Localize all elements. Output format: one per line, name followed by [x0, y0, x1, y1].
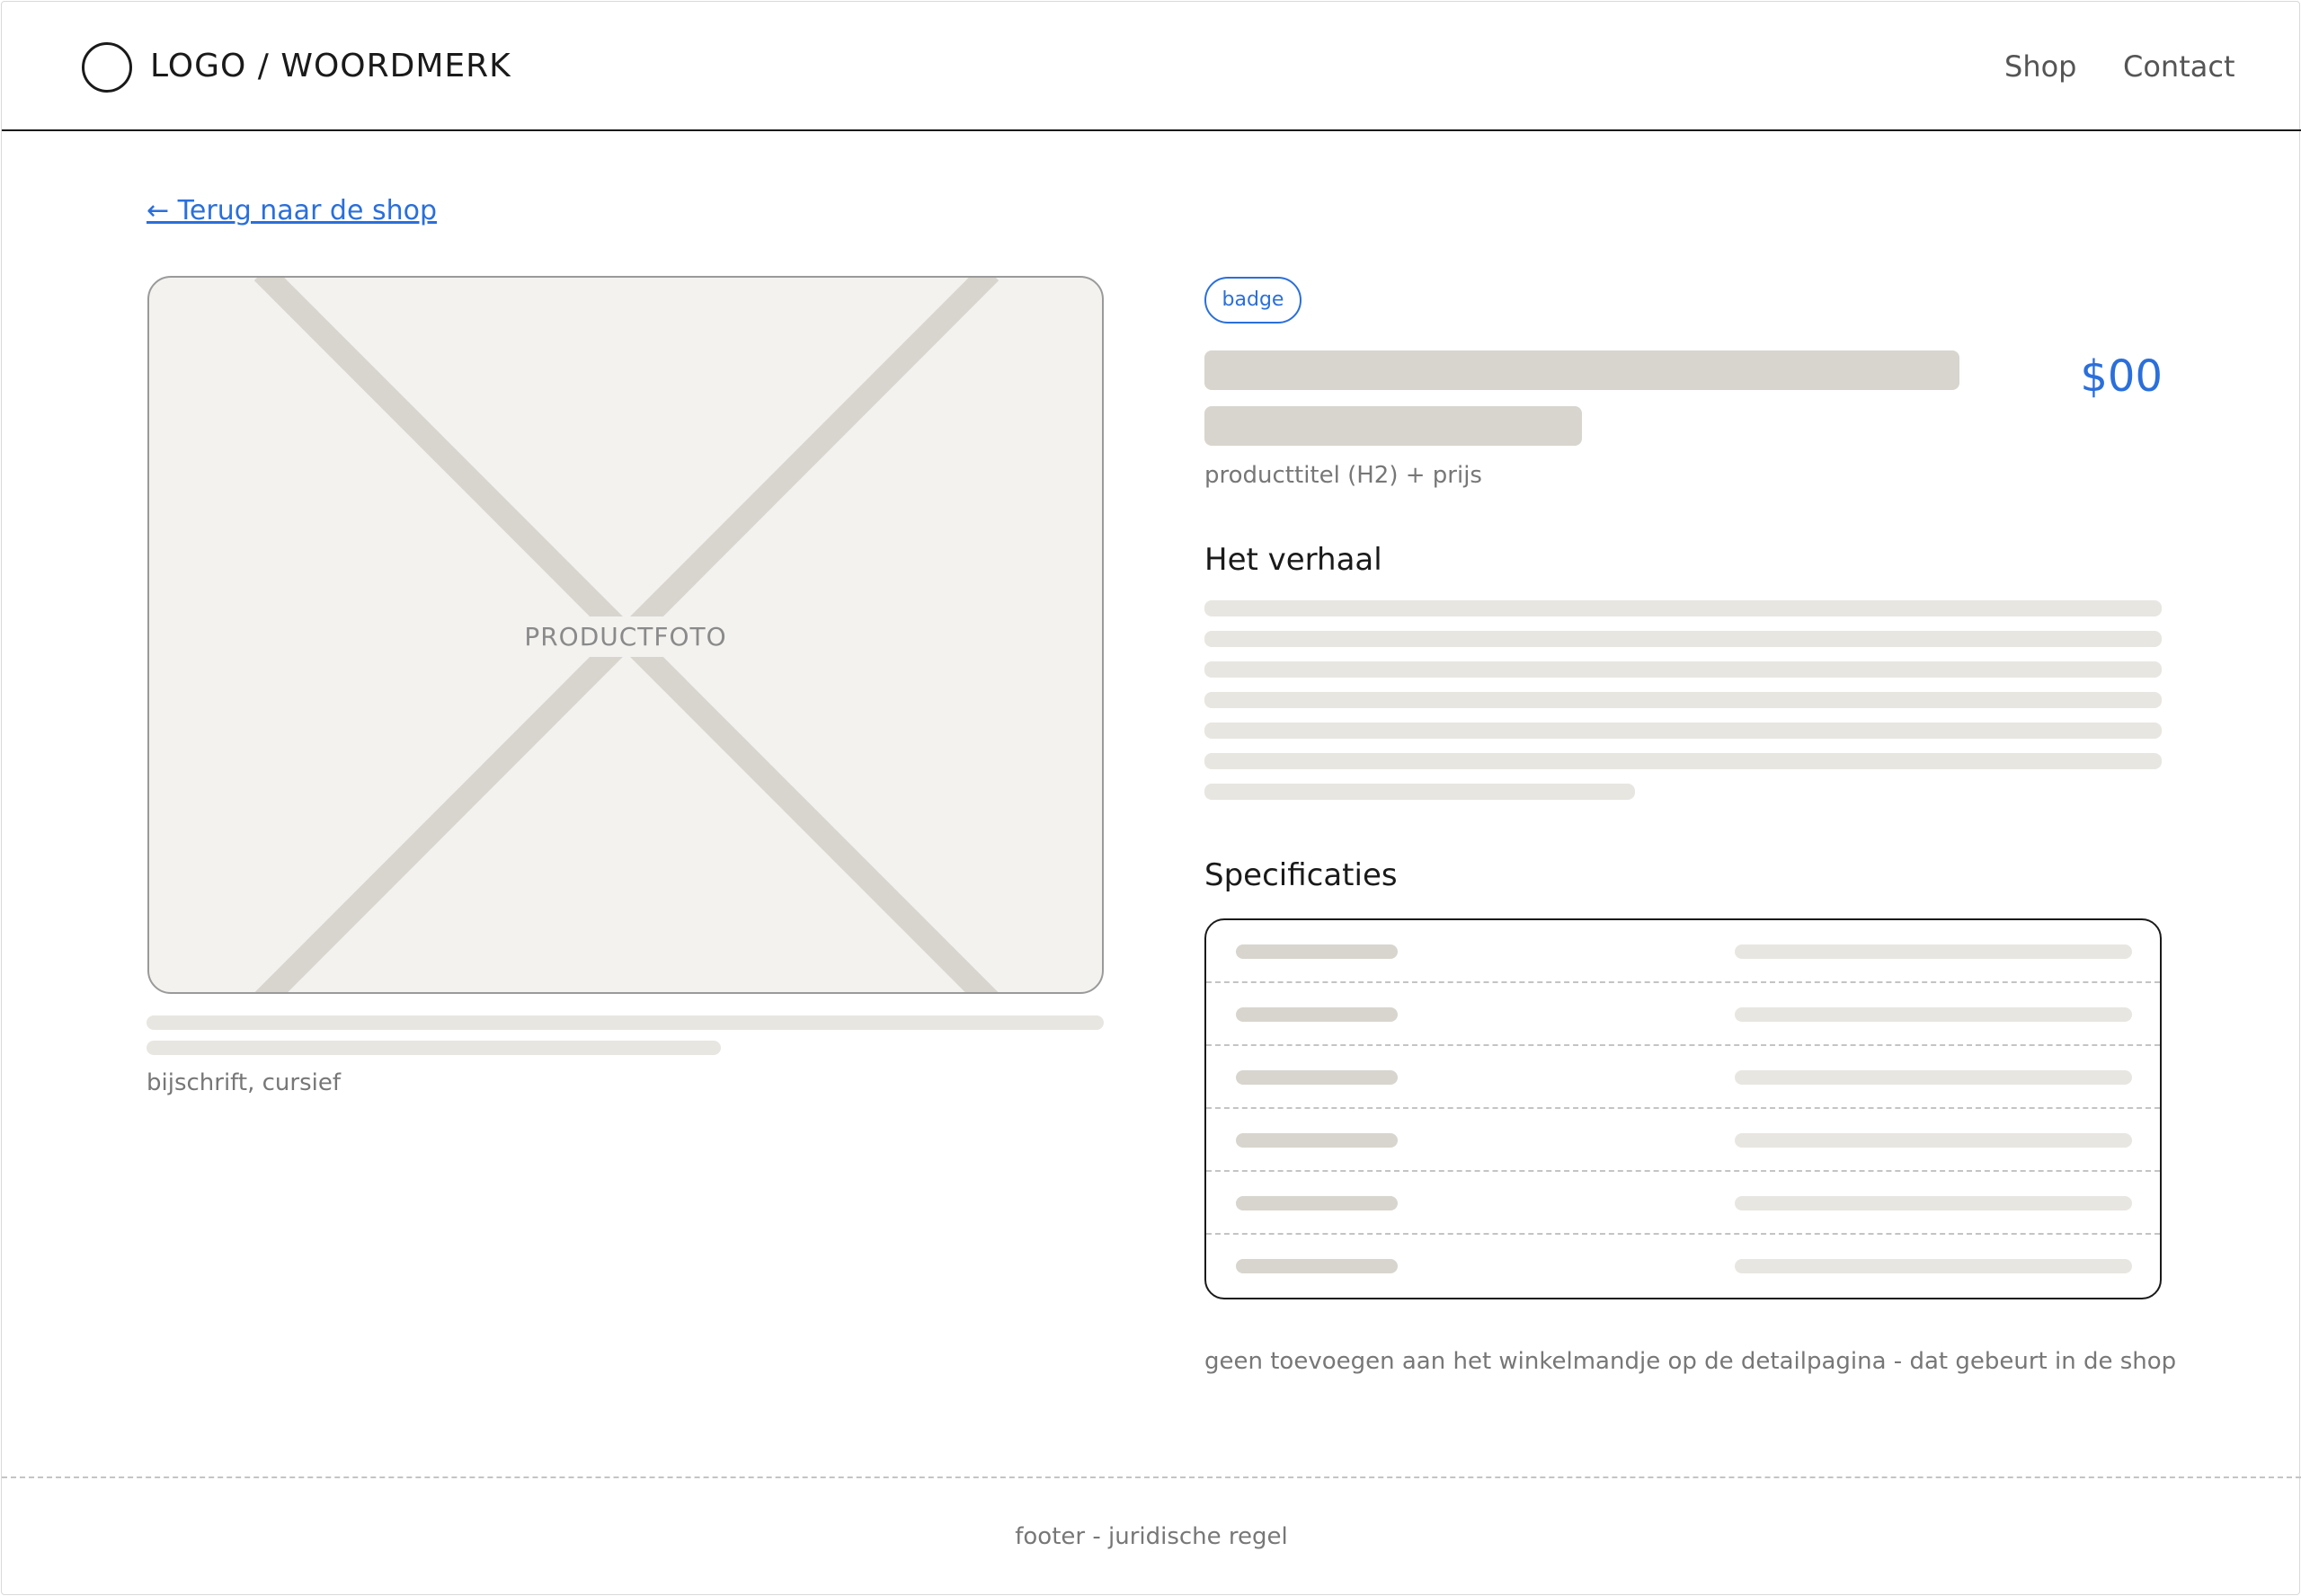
logo-circle-icon[interactable]	[82, 42, 132, 93]
specs-table	[1204, 918, 2162, 1299]
spec-row	[1206, 1235, 2160, 1298]
spec-row	[1206, 1046, 2160, 1109]
specs-heading: Specificaties	[1204, 857, 1398, 893]
nav-contact-link[interactable]: Contact	[2123, 49, 2235, 84]
product-badge: badge	[1204, 277, 1302, 324]
page: LOGO / WOORDMERK Shop Contact ← Terug na…	[1, 1, 2301, 1596]
product-title-line-1	[1204, 350, 1959, 390]
story-line	[1204, 661, 2162, 678]
spec-row	[1206, 920, 2160, 983]
caption-note: bijschrift, cursief	[147, 1069, 341, 1096]
nav-shop-link[interactable]: Shop	[2004, 49, 2076, 84]
story-line	[1204, 723, 2162, 739]
site-footer: footer - juridische regel	[2, 1476, 2301, 1596]
spec-row	[1206, 983, 2160, 1046]
product-title-line-2	[1204, 406, 1582, 446]
caption-line-1	[147, 1015, 1104, 1030]
product-price: $00	[2080, 351, 2163, 402]
story-line	[1204, 631, 2162, 647]
story-line	[1204, 753, 2162, 769]
photo-label: PRODUCTFOTO	[149, 616, 1102, 657]
cart-note: geen toevoegen aan het winkelmandje op d…	[1204, 1348, 2177, 1375]
product-photo-placeholder: PRODUCTFOTO	[147, 276, 1104, 994]
product-title-note: producttitel (H2) + prijs	[1204, 462, 1482, 489]
back-to-shop-link[interactable]: ← Terug naar de shop	[147, 194, 437, 228]
footer-legal-text: footer - juridische regel	[1015, 1523, 1288, 1550]
spec-row	[1206, 1172, 2160, 1235]
story-line	[1204, 692, 2162, 708]
logo-wordmark[interactable]: LOGO / WOORDMERK	[150, 47, 511, 86]
story-line	[1204, 600, 2162, 616]
site-header: LOGO / WOORDMERK Shop Contact	[2, 2, 2301, 131]
spec-row	[1206, 1109, 2160, 1172]
caption-line-2	[147, 1041, 721, 1055]
story-heading: Het verhaal	[1204, 542, 1382, 578]
story-line	[1204, 784, 1635, 800]
